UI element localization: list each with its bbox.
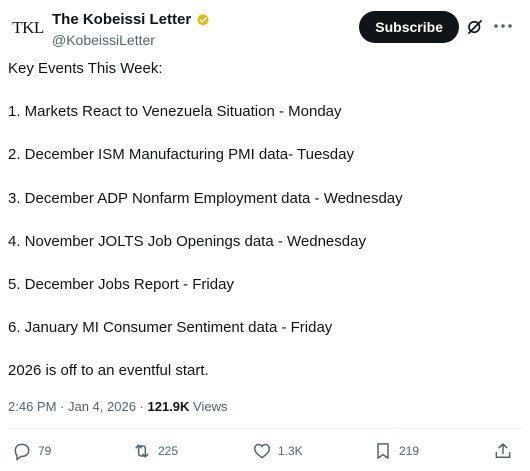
repost-icon (135, 444, 149, 458)
tweet-time[interactable]: 2:46 PM (8, 399, 56, 414)
reply-icon (14, 443, 30, 461)
action-bar: 79 225 1.3K 219 (0, 441, 530, 467)
verified-badge-icon[interactable] (195, 12, 211, 28)
like-button[interactable]: 1.3K (252, 441, 303, 461)
repost-count: 225 (158, 444, 179, 458)
views-count: 121.9K (147, 399, 190, 414)
tweet-metadata: 2:46 PM · Jan 4, 2026 · 121.9K Views (8, 399, 227, 414)
meta-separator: · (135, 399, 148, 414)
meta-separator: · (56, 399, 68, 414)
avatar-logo-text: TKL (12, 18, 44, 37)
tweet-line: 3. December ADP Nonfarm Employment data … (8, 190, 403, 207)
author-display-name[interactable]: The Kobeissi Letter (52, 11, 191, 28)
tweet-date[interactable]: Jan 4, 2026 (68, 399, 136, 414)
tweet-header: TKL The Kobeissi Letter @KobeissiLetter … (10, 6, 518, 48)
more-icon[interactable] (492, 16, 514, 36)
reply-count: 79 (38, 444, 52, 458)
reply-button[interactable]: 79 (12, 441, 51, 461)
share-button[interactable] (493, 441, 513, 461)
tweet-line: 2026 is off to an eventful start. (8, 362, 209, 379)
bookmark-button[interactable]: 219 (373, 441, 419, 461)
tweet-line: 1. Markets React to Venezuela Situation … (8, 103, 342, 120)
tweet-line: 2. December ISM Manufacturing PMI data- … (8, 146, 354, 163)
avatar[interactable]: TKL (10, 10, 46, 46)
divider (8, 428, 522, 429)
subscribe-button[interactable]: Subscribe (359, 11, 459, 43)
heart-icon (253, 443, 271, 459)
views-label: Views (189, 399, 228, 414)
repost-button[interactable]: 225 (132, 441, 178, 461)
bookmark-count: 219 (399, 444, 420, 458)
author-handle[interactable]: @KobeissiLetter (52, 32, 211, 48)
bookmark-icon (377, 443, 389, 459)
like-count: 1.3K (278, 444, 303, 458)
author-info: The Kobeissi Letter @KobeissiLetter (52, 11, 211, 48)
tweet-line: 5. December Jobs Report - Friday (8, 276, 234, 293)
tweet-line: Key Events This Week: (8, 60, 163, 77)
tweet-line: 4. November JOLTS Job Openings data - We… (8, 233, 366, 250)
share-icon (495, 443, 511, 458)
tweet-line: 6. January MI Consumer Sentiment data - … (8, 319, 333, 336)
grok-icon[interactable] (466, 18, 484, 36)
